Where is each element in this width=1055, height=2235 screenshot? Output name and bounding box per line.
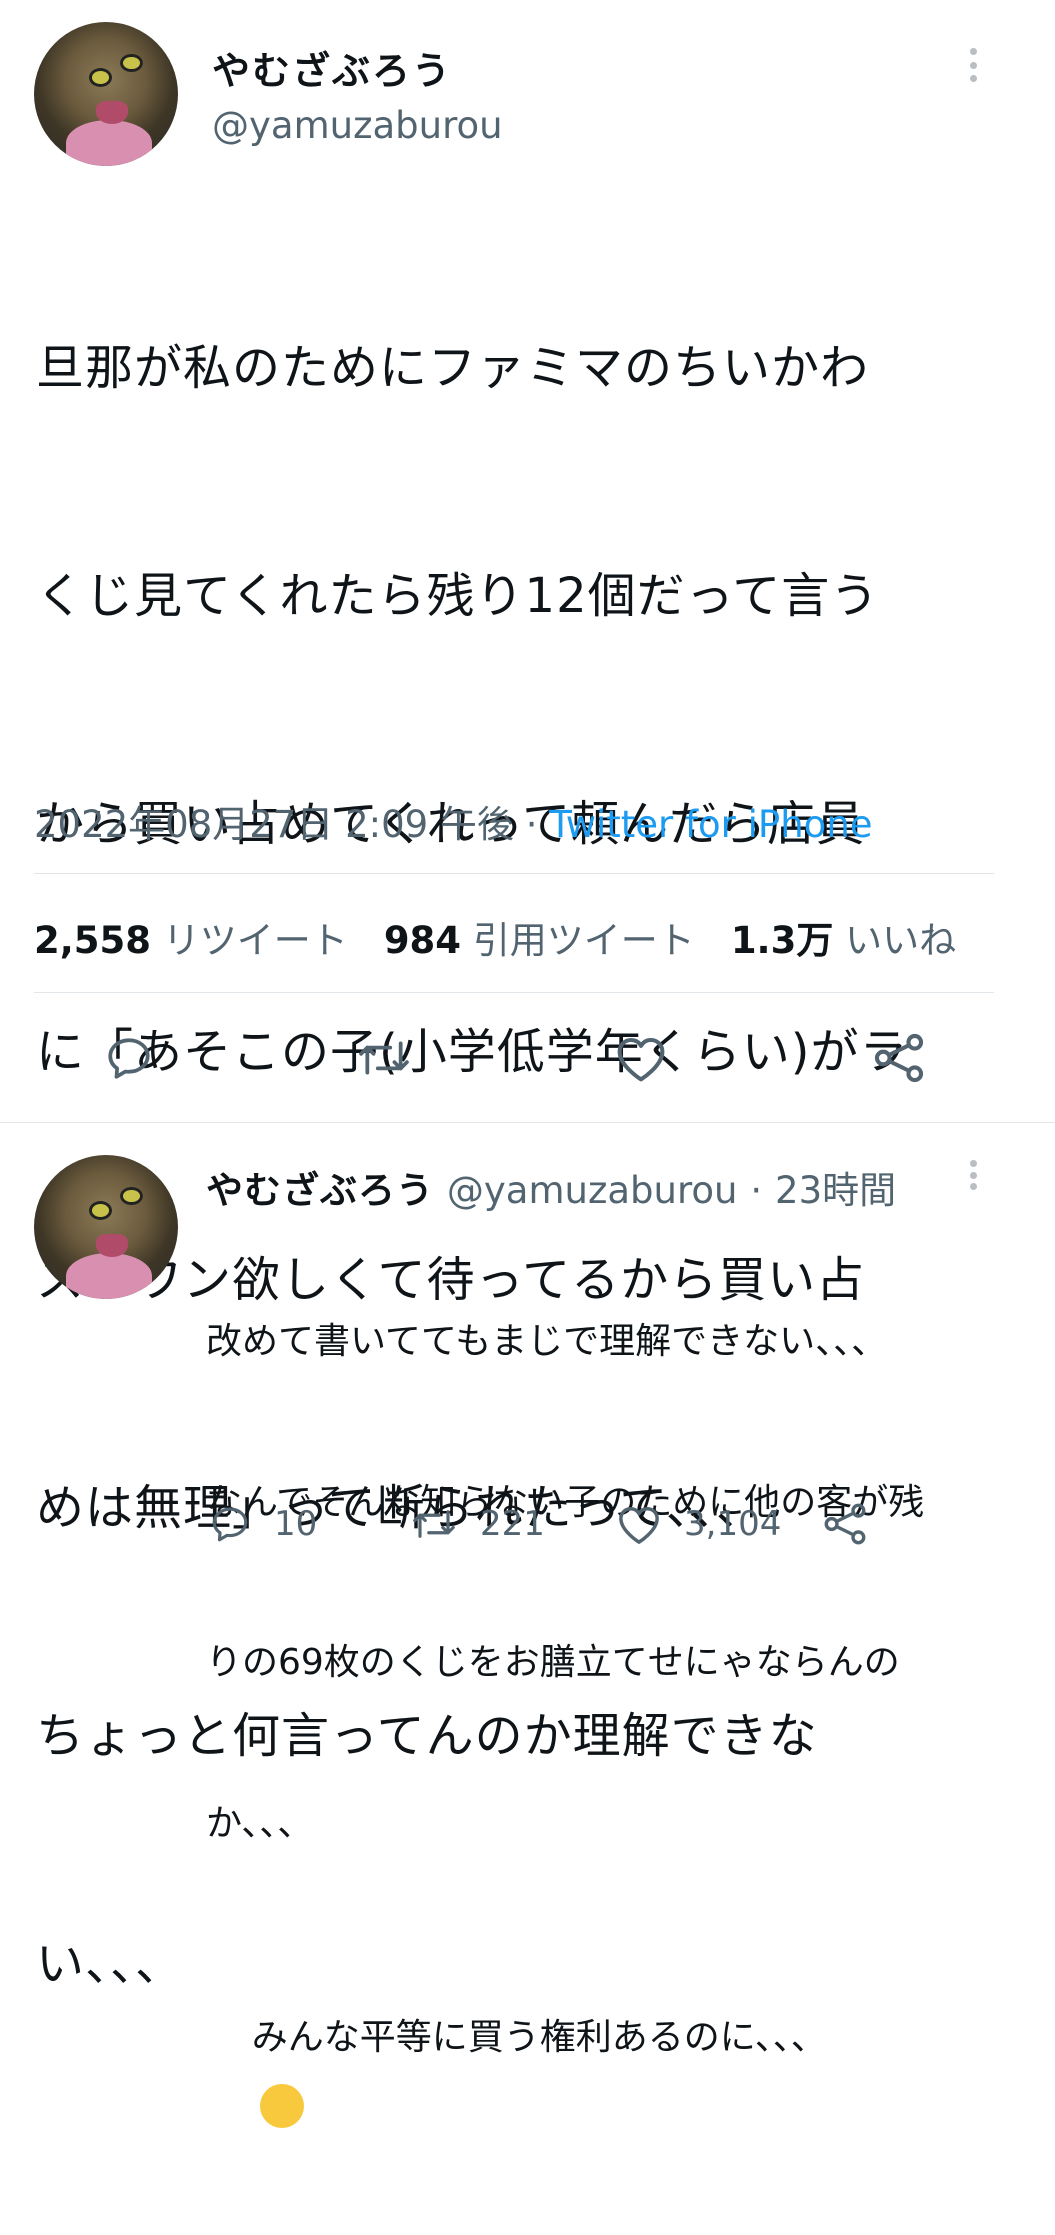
likes-count: 1.3万: [730, 919, 834, 962]
meta-separator: ·: [525, 803, 538, 846]
retweets-count: 2,558: [34, 919, 152, 962]
reply-share-button[interactable]: [822, 1503, 868, 1545]
tweet-timestamp[interactable]: 2022年08月27日 2:09 午後: [34, 803, 514, 846]
retweets-label: リツイート: [162, 919, 348, 962]
share-icon: [874, 1033, 924, 1083]
reply-more-options-icon[interactable]: [970, 1160, 978, 1190]
reply-like-button[interactable]: 3,104: [616, 1503, 781, 1545]
reply-line: 改めて書いててもまじで理解できない、、、: [206, 1321, 888, 1362]
reply-line: みんな平等に買う権利あるのに、、、 😢: [206, 1957, 924, 2182]
retweet-icon: [359, 1041, 409, 1075]
reply-retweet-button[interactable]: 221: [410, 1503, 545, 1545]
reply-header: やむざぶろう @yamuzaburou · 23時間: [206, 1160, 896, 1214]
share-button[interactable]: [872, 1033, 926, 1083]
author-handle[interactable]: @yamuzaburou: [212, 104, 503, 147]
divider: [34, 992, 994, 993]
reply-author-avatar[interactable]: [34, 1155, 178, 1299]
heart-icon: [619, 1507, 659, 1544]
reply-display-name[interactable]: やむざぶろう: [206, 1169, 434, 1212]
reply-bubble-icon: [212, 1507, 248, 1542]
share-icon: [824, 1503, 866, 1545]
reply-line-text: みんな平等に買う権利あるのに、、、: [251, 2016, 827, 2058]
tweet-stats: 2,558 リツイート 984 引用ツイート 1.3万 いいね: [34, 910, 956, 964]
retweet-count: 221: [480, 1504, 545, 1544]
tweet-source-link[interactable]: Twitter for iPhone: [549, 803, 872, 846]
reply-handle[interactable]: @yamuzaburou: [447, 1169, 738, 1212]
tweet-line: に「あそこの子(小学低学年くらい)がラ: [36, 1024, 909, 1080]
reply-reply-button[interactable]: 10: [208, 1503, 317, 1545]
reply-body: 改めて書いててもまじで理解できない、、、 なんでそんな知らない子のために他の客が…: [206, 1208, 924, 2235]
retweets-stat[interactable]: 2,558 リツイート: [34, 910, 348, 964]
reply-button[interactable]: [104, 1033, 154, 1083]
more-options-icon[interactable]: [970, 48, 978, 82]
reply-time[interactable]: 23時間: [775, 1169, 896, 1212]
tweet-line: 旦那が私のためにファミマのちいかわ: [36, 340, 870, 396]
reply-bubble-icon: [108, 1038, 150, 1079]
divider: [34, 873, 994, 874]
quotes-count: 984: [383, 919, 462, 962]
heart-icon: [617, 1037, 665, 1082]
retweet-icon: [413, 1510, 455, 1538]
tweet-line: くじ見てくれたら残り12個だって言う: [36, 568, 880, 624]
reply-count: 10: [274, 1504, 318, 1544]
reply-separator: ·: [750, 1169, 763, 1212]
crying-face-emoji: 😢: [259, 2084, 304, 2128]
likes-label: いいね: [845, 919, 957, 962]
tweet-meta: 2022年08月27日 2:09 午後 · Twitter for iPhone: [34, 794, 873, 848]
likes-stat[interactable]: 1.3万 いいね: [731, 910, 956, 964]
author-avatar[interactable]: [34, 22, 178, 166]
quotes-stat[interactable]: 984 引用ツイート: [384, 910, 695, 964]
retweet-button[interactable]: [356, 1033, 412, 1083]
reply-line: か、、、: [206, 1802, 314, 1844]
reply-line: りの69枚のくじをお膳立てせにゃならんの: [206, 1642, 900, 1683]
quotes-label: 引用ツイート: [472, 919, 695, 962]
like-button[interactable]: [614, 1033, 668, 1083]
author-display-name[interactable]: やむざぶろう: [212, 40, 452, 95]
section-divider: [0, 1122, 1055, 1123]
like-count: 3,104: [684, 1504, 782, 1544]
